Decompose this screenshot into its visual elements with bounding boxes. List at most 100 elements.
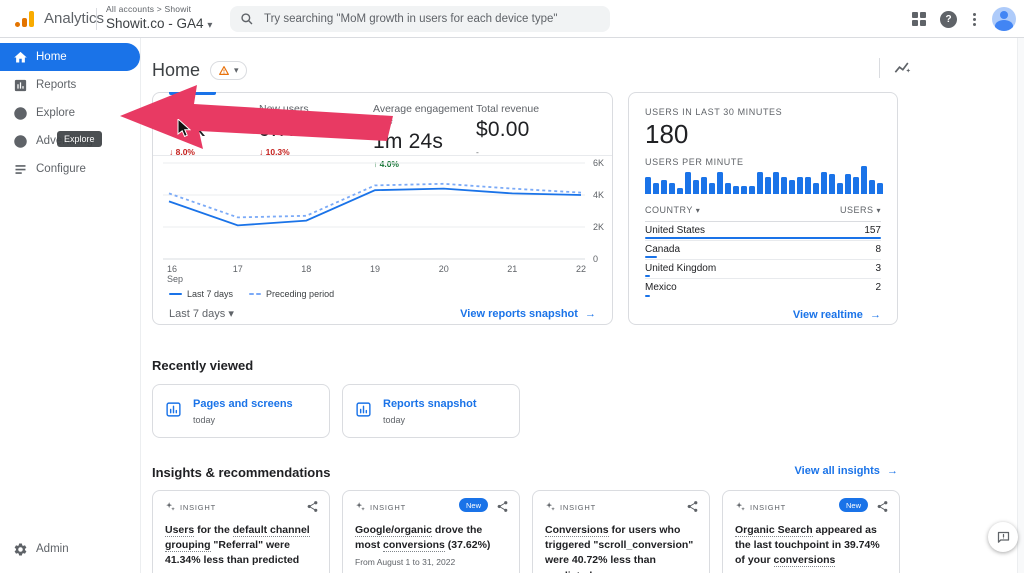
breadcrumb[interactable]: All accounts > Showit <box>106 4 212 14</box>
legend-item: Last 7 days <box>169 289 233 299</box>
sidebar-item-label: Home <box>36 51 67 63</box>
insight-card-1[interactable]: INSIGHT Users for the default channel gro… <box>152 490 330 573</box>
country-row: United States157 <box>645 222 881 241</box>
share-icon[interactable] <box>686 500 699 513</box>
new-badge: New <box>459 498 488 512</box>
search-bar[interactable] <box>230 6 610 32</box>
svg-text:21: 21 <box>507 264 517 274</box>
share-icon[interactable] <box>496 500 509 513</box>
country-bar <box>645 275 650 277</box>
country-name: United Kingdom <box>645 263 716 274</box>
country-users: 8 <box>875 244 881 255</box>
main-content: Home ▾ Users11K↓ 8.0%New users9.7K↓ 10.3… <box>141 38 1024 573</box>
sidebar-item-reports[interactable]: Reports <box>0 71 140 99</box>
top-app-bar: Analytics All accounts > Showit Showit.c… <box>0 0 1024 38</box>
country-name: Canada <box>645 244 680 255</box>
caret-down-icon: ▾ <box>234 65 239 76</box>
country-name: Mexico <box>645 282 677 293</box>
active-metric-tab-indicator <box>169 92 216 95</box>
users-line-chart: 6K4K2K016Sep171819202122 <box>153 155 614 287</box>
insight-label: INSIGHT <box>750 503 786 512</box>
recent-card-reports-snapshot[interactable]: Reports snapshottoday <box>342 384 520 438</box>
country-users: 157 <box>864 225 881 236</box>
arrow-right-icon: → <box>887 465 898 477</box>
share-icon[interactable] <box>876 500 889 513</box>
topbar-divider <box>96 8 97 30</box>
view-all-insights-link[interactable]: View all insights → <box>795 465 898 477</box>
svg-text:Sep: Sep <box>167 274 183 284</box>
insight-text: Organic Search appeared as the last touc… <box>735 523 890 569</box>
property-status-chip[interactable]: ▾ <box>210 61 247 80</box>
country-bar <box>645 237 881 239</box>
insight-sparkle-icon <box>735 499 746 517</box>
insight-card-3[interactable]: INSIGHTConversions for users who trigger… <box>532 490 710 573</box>
insights-section-title: Insights & recommendations <box>152 465 330 480</box>
insight-card-2[interactable]: INSIGHT New Google/organic drove the most … <box>342 490 520 573</box>
svg-text:4K: 4K <box>593 190 604 200</box>
warning-icon <box>218 65 230 76</box>
recent-card-time: today <box>383 415 405 425</box>
period-selector[interactable]: Last 7 days ▾ <box>169 307 234 320</box>
sidebar-item-label: Admin <box>36 543 69 555</box>
apps-grid-icon[interactable] <box>912 12 926 26</box>
country-bar <box>645 295 650 297</box>
country-row: Canada 8 <box>645 241 881 260</box>
help-icon[interactable]: ? <box>940 11 957 28</box>
metric-label: New users <box>259 103 373 115</box>
country-bar <box>645 256 657 258</box>
metric-value: 11K <box>169 118 259 142</box>
insight-label: INSIGHT <box>180 503 216 512</box>
metric-value: $0.00 <box>476 118 612 142</box>
view-reports-snapshot-link[interactable]: View reports snapshot → <box>460 308 596 320</box>
report-chart-icon <box>165 401 182 418</box>
caret-down-icon: ▾ <box>876 206 881 215</box>
sidebar-item-home[interactable]: Home <box>0 43 140 71</box>
overview-card: Users11K↓ 8.0%New users9.7K↓ 10.3%Averag… <box>152 92 613 325</box>
sidebar-item-admin[interactable]: Admin <box>0 537 141 561</box>
search-input[interactable] <box>264 13 600 25</box>
recent-card-pages-and-screens[interactable]: Pages and screenstoday <box>152 384 330 438</box>
insights-sparkline-icon[interactable] <box>892 58 912 78</box>
svg-text:22: 22 <box>576 264 586 274</box>
scrollbar[interactable] <box>1017 38 1024 573</box>
svg-text:0: 0 <box>593 254 598 264</box>
caret-down-icon: ▾ <box>207 20 212 31</box>
insight-label: INSIGHT <box>370 503 406 512</box>
view-realtime-link[interactable]: View realtime → <box>793 309 881 321</box>
sidebar-item-configure[interactable]: Configure <box>0 155 140 183</box>
arrow-right-icon: → <box>870 309 881 321</box>
explore-icon <box>13 106 28 121</box>
new-badge: New <box>839 498 868 512</box>
account-avatar[interactable] <box>992 7 1016 31</box>
recently-viewed-cards: Pages and screenstodayReports snapshotto… <box>152 384 520 438</box>
country-row: Mexico 2 <box>645 279 881 298</box>
sidebar-item-label: Configure <box>36 163 86 175</box>
users-column-header[interactable]: USERS ▾ <box>840 205 881 215</box>
advertising-icon <box>13 134 28 149</box>
metric-value: 1m 24s <box>373 130 476 154</box>
sidebar-item-explore[interactable]: Explore <box>0 99 140 127</box>
svg-text:19: 19 <box>370 264 380 274</box>
feedback-button[interactable] <box>988 522 1018 552</box>
country-column-header[interactable]: COUNTRY ▾ <box>645 205 700 215</box>
insight-card-4[interactable]: INSIGHT New Organic Search appeared as the… <box>722 490 900 573</box>
svg-text:6K: 6K <box>593 158 604 168</box>
gear-icon <box>13 542 28 557</box>
country-row: United Kingdom3 <box>645 260 881 279</box>
analytics-logo-icon[interactable] <box>14 9 36 29</box>
caret-down-icon: ▾ <box>228 308 234 320</box>
insight-text: Users for the default channel grouping "… <box>165 523 320 569</box>
share-icon[interactable] <box>306 500 319 513</box>
search-icon <box>240 12 254 26</box>
configure-icon <box>13 162 28 177</box>
property-selector[interactable]: Showit.co - GA4 ▾ <box>106 16 212 31</box>
insight-text: Conversions for users who triggered "scr… <box>545 523 700 573</box>
reports-icon <box>13 78 28 93</box>
sidebar-item-label: Reports <box>36 79 76 91</box>
overflow-menu-icon[interactable] <box>971 11 978 28</box>
recent-card-label: Pages and screens <box>193 398 293 410</box>
insight-text: Google/organic drove the most conversion… <box>355 523 510 553</box>
metric-label: Total revenue <box>476 103 612 115</box>
feedback-icon <box>996 530 1011 545</box>
country-users: 2 <box>875 282 881 293</box>
